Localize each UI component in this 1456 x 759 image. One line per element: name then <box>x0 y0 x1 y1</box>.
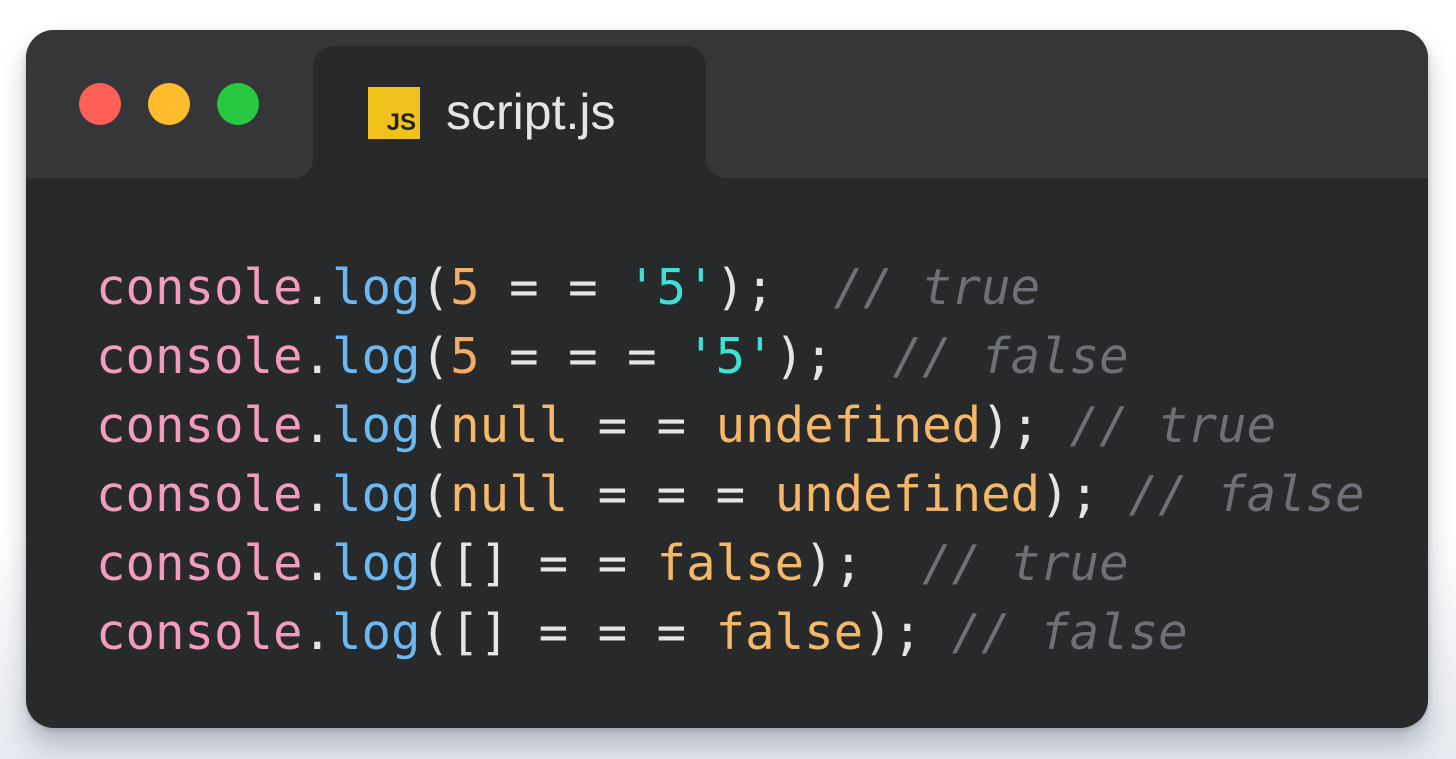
code-token-punct: . <box>302 397 333 454</box>
code-token-comment: // true <box>922 535 1129 592</box>
code-token-method: log <box>332 466 421 523</box>
code-token-object: console <box>96 397 303 454</box>
code-token-method: log <box>332 535 421 592</box>
code-token-punct: ); <box>981 397 1070 454</box>
code-token-number: 5 <box>450 328 480 385</box>
code-token-method: log <box>332 604 421 661</box>
code-token-punct: ); <box>715 259 834 316</box>
code-token-punct: = = = <box>479 328 687 385</box>
code-token-object: console <box>96 259 303 316</box>
code-token-punct: ( <box>420 397 451 454</box>
code-line: console.log(null = = undefined); // true <box>96 391 1365 460</box>
code-token-method: log <box>332 397 421 454</box>
tab-title: script.js <box>446 84 616 140</box>
code-token-punct: ); <box>1040 466 1129 523</box>
code-token-keyword: undefined <box>715 397 982 454</box>
code-token-keyword: false <box>715 604 864 661</box>
code-line: console.log([] = = false); // true <box>96 529 1365 598</box>
code-token-punct: ( <box>420 604 451 661</box>
code-token-string: '5' <box>686 328 775 385</box>
code-token-keyword: null <box>450 466 569 523</box>
code-token-keyword: null <box>450 397 569 454</box>
code-token-punct: = = = <box>509 604 716 661</box>
code-token-number: 5 <box>450 259 480 316</box>
code-token-punct: . <box>302 259 333 316</box>
code-token-method: log <box>332 328 421 385</box>
maximize-button[interactable] <box>217 83 259 125</box>
code-token-punct: ); <box>863 604 952 661</box>
code-line: console.log([] = = = false); // false <box>96 598 1365 667</box>
code-token-string: '5' <box>627 259 716 316</box>
code-token-keyword: false <box>656 535 805 592</box>
minimize-button[interactable] <box>148 83 190 125</box>
code-line: console.log(5 = = = '5'); // false <box>96 322 1365 391</box>
code-token-punct: = = <box>568 397 716 454</box>
code-token-object: console <box>96 328 303 385</box>
code-token-object: console <box>96 535 303 592</box>
code-line: console.log(null = = = undefined); // fa… <box>96 460 1365 529</box>
code-token-punct: ); <box>804 535 923 592</box>
code-token-punct: . <box>302 604 333 661</box>
title-bar: JS script.js <box>26 30 1428 186</box>
code-token-punct: [] <box>450 535 510 592</box>
code-token-keyword: undefined <box>774 466 1041 523</box>
tab-script-js[interactable]: JS script.js <box>293 46 726 186</box>
code-token-punct: . <box>302 328 333 385</box>
code-editor[interactable]: console.log(5 = = '5'); // true console.l… <box>96 253 1365 667</box>
code-token-punct: = = = <box>568 466 775 523</box>
js-file-icon: JS <box>368 87 420 139</box>
code-token-comment: // false <box>892 328 1129 385</box>
code-token-punct: ( <box>420 328 451 385</box>
code-token-comment: // true <box>1069 397 1277 454</box>
code-token-object: console <box>96 604 303 661</box>
code-line: console.log(5 = = '5'); // true <box>96 253 1365 322</box>
close-button[interactable] <box>79 83 121 125</box>
code-token-punct: ); <box>774 328 893 385</box>
code-token-punct: ( <box>420 466 451 523</box>
code-token-comment: // false <box>1128 466 1365 523</box>
code-window: JS script.js console.log(5 = = '5'); // … <box>26 30 1428 728</box>
code-token-punct: ( <box>420 259 451 316</box>
code-token-object: console <box>96 466 303 523</box>
js-icon-label: JS <box>386 109 416 136</box>
code-token-punct: [] <box>450 604 510 661</box>
code-token-punct: = = <box>479 259 628 316</box>
code-token-punct: . <box>302 466 333 523</box>
code-token-comment: // true <box>833 259 1041 316</box>
code-token-punct: = = <box>509 535 657 592</box>
code-token-comment: // false <box>951 604 1188 661</box>
code-token-punct: ( <box>420 535 451 592</box>
code-token-method: log <box>332 259 421 316</box>
code-token-punct: . <box>302 535 333 592</box>
